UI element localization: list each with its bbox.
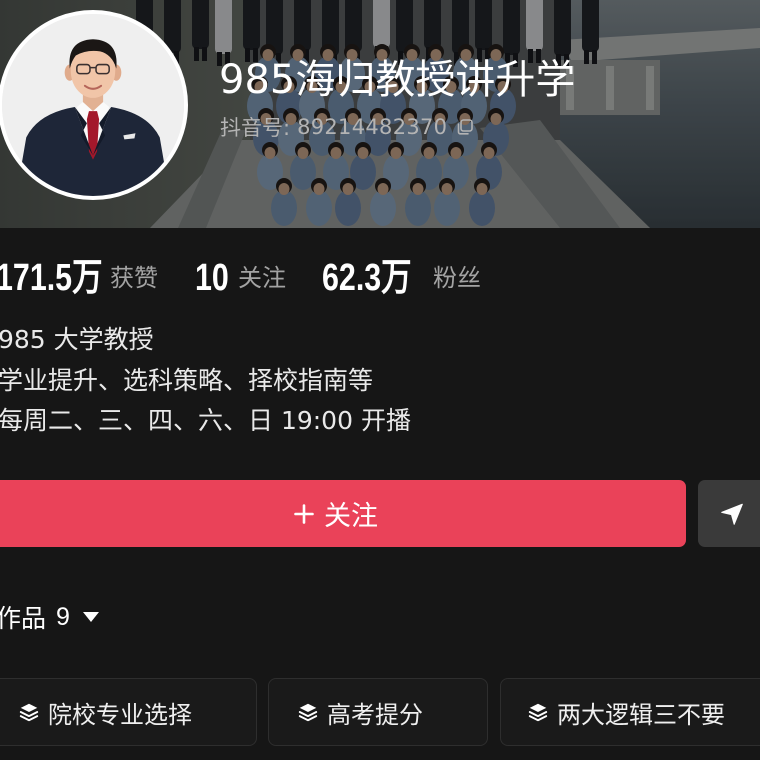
stat-likes-value: 171.5万	[0, 257, 103, 299]
layers-icon-top	[529, 703, 547, 712]
layers-icon	[19, 703, 39, 722]
layers-icon	[298, 703, 318, 722]
caret-down-icon	[82, 612, 99, 622]
bio-line: 学业提升、选科策略、择校指南等	[0, 366, 374, 395]
bio-line: 985 大学教授	[0, 325, 154, 354]
send-icon-shape	[721, 503, 743, 525]
avatar-portrait	[2, 14, 184, 196]
bio-line: 每周二、三、四、六、日 19:00 开播	[0, 406, 411, 435]
stat-likes[interactable]: 171.5万 获赞	[0, 256, 166, 300]
works-tab[interactable]: 作品 9	[0, 600, 99, 634]
copy-icon[interactable]	[456, 118, 474, 136]
collection-chip[interactable]: 院校专业选择	[0, 678, 257, 746]
layers-icon-middle	[19, 711, 39, 718]
send-icon	[721, 503, 743, 525]
stat-likes-label: 获赞	[110, 264, 158, 292]
douyin-id-row[interactable]: 抖音号: 89214482370	[220, 113, 474, 141]
layers-icon-middle	[528, 711, 548, 718]
works-tab-label: 作品	[0, 604, 47, 633]
collection-chip-label: 两大逻辑三不要	[557, 700, 725, 729]
douyin-id-value: 89214482370	[297, 115, 448, 139]
layers-icon-top	[20, 703, 38, 712]
copy-icon-back	[458, 123, 470, 135]
works-count: 9	[56, 602, 70, 631]
stat-following-label: 关注	[238, 264, 286, 292]
douyin-id-label: 抖音号:	[220, 116, 291, 140]
collection-chip[interactable]: 高考提分	[268, 678, 488, 746]
plus-icon	[294, 503, 314, 524]
copy-icon-front	[460, 119, 474, 132]
layers-icon	[528, 703, 548, 722]
stat-fans-value: 62.3万	[322, 257, 412, 299]
stat-following[interactable]: 10 关注	[195, 256, 295, 300]
layers-icon-top	[299, 703, 317, 712]
collection-chip-label: 院校专业选择	[48, 700, 192, 729]
message-button[interactable]	[698, 480, 760, 547]
profile-nickname: 985海归教授讲升学	[219, 57, 576, 103]
profile-page: 985海归教授讲升学 抖音号: 89214482370 171.5万 获赞 10…	[0, 0, 760, 760]
stat-fans[interactable]: 62.3万 粉丝	[322, 256, 492, 300]
stat-fans-label: 粉丝	[433, 264, 481, 292]
collection-chip-label: 高考提分	[327, 700, 423, 729]
layers-icon-middle	[298, 711, 318, 718]
follow-button-label: 关注	[324, 501, 378, 532]
collection-chip[interactable]: 两大逻辑三不要	[500, 678, 760, 746]
follow-button[interactable]: 关注	[0, 480, 686, 547]
avatar[interactable]	[0, 10, 188, 200]
stat-following-value: 10	[195, 257, 229, 299]
